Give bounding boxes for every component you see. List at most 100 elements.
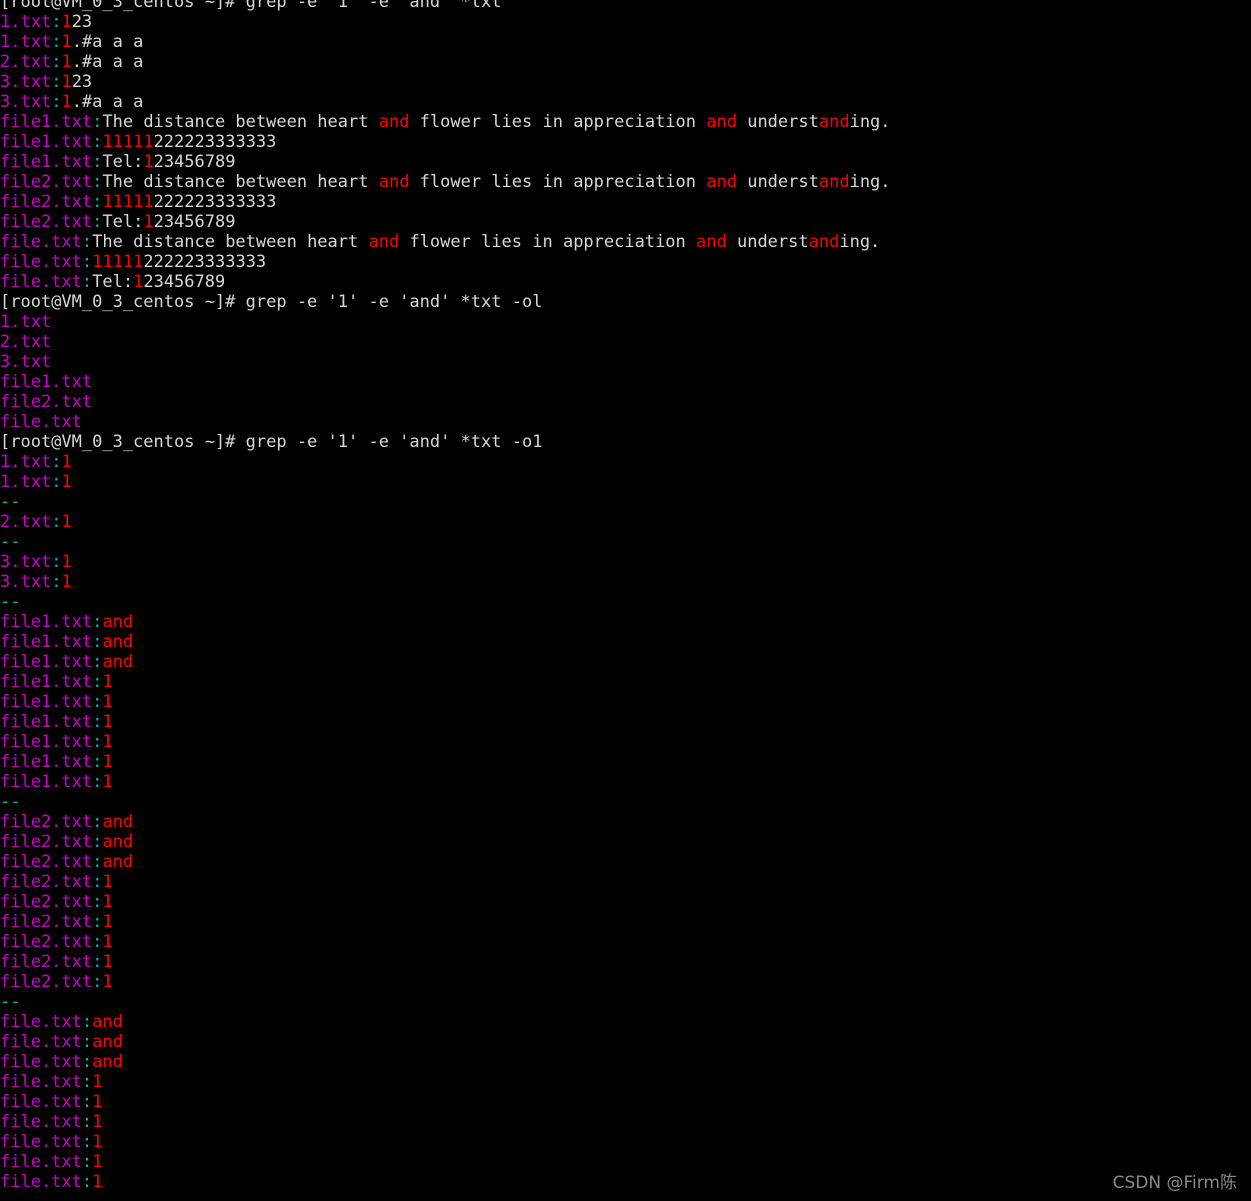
field-separator: : <box>92 932 103 952</box>
line-text: ing. <box>849 172 891 192</box>
grep-result-line: 1.txt:1 <box>0 472 1251 492</box>
group-separator-dashes: -- <box>0 792 21 812</box>
group-separator-dashes: -- <box>0 592 21 612</box>
match-highlight: and <box>102 832 134 852</box>
match-highlight: 11111 <box>92 252 144 272</box>
matched-filename: file2.txt <box>0 172 93 192</box>
field-separator: : <box>81 1032 93 1052</box>
field-separator: : <box>92 152 103 172</box>
grep-result-line: file.txt:and <box>0 1032 1251 1052</box>
field-separator: : <box>81 1052 93 1072</box>
shell-command: grep -e '1' -e 'and' *txt <box>235 0 502 12</box>
line-text: flower lies in appreciation <box>409 172 707 192</box>
match-highlight: and <box>808 232 840 252</box>
match-highlight: 1 <box>102 732 113 752</box>
matched-filename: file2.txt <box>0 852 93 872</box>
grep-result-line: file2.txt:The distance between heart and… <box>0 172 1251 192</box>
matched-filename: file.txt <box>0 1032 82 1052</box>
match-highlight: 1 <box>61 72 72 92</box>
field-separator: : <box>81 1092 93 1112</box>
matched-filename: file.txt <box>0 1012 82 1032</box>
matched-filename: file2.txt <box>0 392 93 412</box>
match-highlight: 1 <box>102 692 113 712</box>
matched-filename: 1.txt <box>0 312 52 332</box>
match-highlight: 1 <box>92 1112 103 1132</box>
line-text: ing. <box>839 232 881 252</box>
field-separator: : <box>92 612 103 632</box>
field-separator: : <box>92 852 103 872</box>
grep-result-line: 3.txt:1 <box>0 572 1251 592</box>
matched-filename: file2.txt <box>0 892 93 912</box>
match-highlight: 1 <box>61 572 72 592</box>
field-separator: : <box>92 732 103 752</box>
grep-result-line: file.txt:1 <box>0 1152 1251 1172</box>
match-highlight: 1 <box>61 12 72 32</box>
field-separator: : <box>81 1172 93 1192</box>
shell-prompt: [root@VM_0_3_centos ~]# <box>0 292 236 312</box>
matched-filename: 2.txt <box>0 512 52 532</box>
line-text: The distance between heart <box>102 112 379 132</box>
match-highlight: 1 <box>143 152 154 172</box>
grep-result-line: 1.txt:1 <box>0 452 1251 472</box>
terminal-window[interactable]: [root@VM_0_3_centos ~]# grep -e '1' -e '… <box>0 0 1251 1201</box>
grep-result-line: 1.txt:123 <box>0 12 1251 32</box>
match-highlight: 1 <box>143 212 154 232</box>
grep-filename-line: 1.txt <box>0 312 1251 332</box>
match-highlight: 11111 <box>102 192 154 212</box>
match-highlight: 1 <box>102 972 113 992</box>
matched-filename: 2.txt <box>0 52 52 72</box>
shell-command: grep -e '1' -e 'and' *txt -o1 <box>235 432 543 452</box>
field-separator: : <box>51 52 62 72</box>
grep-group-separator: -- <box>0 492 1251 512</box>
line-text: flower lies in appreciation <box>399 232 697 252</box>
grep-filename-line: file.txt <box>0 412 1251 432</box>
line-text: The distance between heart <box>102 172 379 192</box>
grep-result-line: file2.txt:11111222223333333 <box>0 192 1251 212</box>
field-separator: : <box>51 572 62 592</box>
matched-filename: 3.txt <box>0 72 52 92</box>
line-text: underst <box>736 112 819 132</box>
line-text: Tel: <box>92 272 134 292</box>
field-separator: : <box>51 452 62 472</box>
grep-result-line: file1.txt:1 <box>0 772 1251 792</box>
matched-filename: file1.txt <box>0 652 93 672</box>
matched-filename: file2.txt <box>0 832 93 852</box>
matched-filename: file2.txt <box>0 212 93 232</box>
field-separator: : <box>92 952 103 972</box>
field-separator: : <box>51 72 62 92</box>
matched-filename: file1.txt <box>0 712 93 732</box>
terminal-prompt-line: [root@VM_0_3_centos ~]# grep -e '1' -e '… <box>0 292 1251 312</box>
matched-filename: 1.txt <box>0 12 52 32</box>
field-separator: : <box>51 12 62 32</box>
matched-filename: file.txt <box>0 1092 82 1112</box>
grep-result-line: file2.txt:and <box>0 812 1251 832</box>
grep-group-separator: -- <box>0 532 1251 552</box>
grep-result-line: 1.txt:1.#a a a <box>0 32 1251 52</box>
line-text: 222223333333 <box>153 132 277 152</box>
match-highlight: 1 <box>61 552 72 572</box>
match-highlight: and <box>696 232 727 252</box>
grep-result-line: file1.txt:1 <box>0 672 1251 692</box>
match-highlight: 11111 <box>102 132 154 152</box>
match-highlight: 1 <box>102 712 113 732</box>
terminal-output[interactable]: [root@VM_0_3_centos ~]# grep -e '1' -e '… <box>0 0 1251 1192</box>
matched-filename: 3.txt <box>0 552 52 572</box>
field-separator: : <box>92 692 103 712</box>
grep-result-line: file2.txt:1 <box>0 892 1251 912</box>
grep-result-line: file2.txt:1 <box>0 932 1251 952</box>
match-highlight: and <box>92 1052 123 1072</box>
matched-filename: file1.txt <box>0 612 93 632</box>
matched-filename: 1.txt <box>0 452 52 472</box>
field-separator: : <box>92 772 103 792</box>
grep-result-line: file2.txt:Tel:123456789 <box>0 212 1251 232</box>
field-separator: : <box>81 1112 93 1132</box>
grep-result-line: file2.txt:1 <box>0 912 1251 932</box>
matched-filename: file1.txt <box>0 372 93 392</box>
matched-filename: file2.txt <box>0 952 93 972</box>
match-highlight: and <box>102 612 134 632</box>
grep-result-line: file.txt:11111222223333333 <box>0 252 1251 272</box>
field-separator: : <box>92 112 103 132</box>
line-text: Tel: <box>102 212 144 232</box>
grep-filename-line: 3.txt <box>0 352 1251 372</box>
field-separator: : <box>81 1132 93 1152</box>
